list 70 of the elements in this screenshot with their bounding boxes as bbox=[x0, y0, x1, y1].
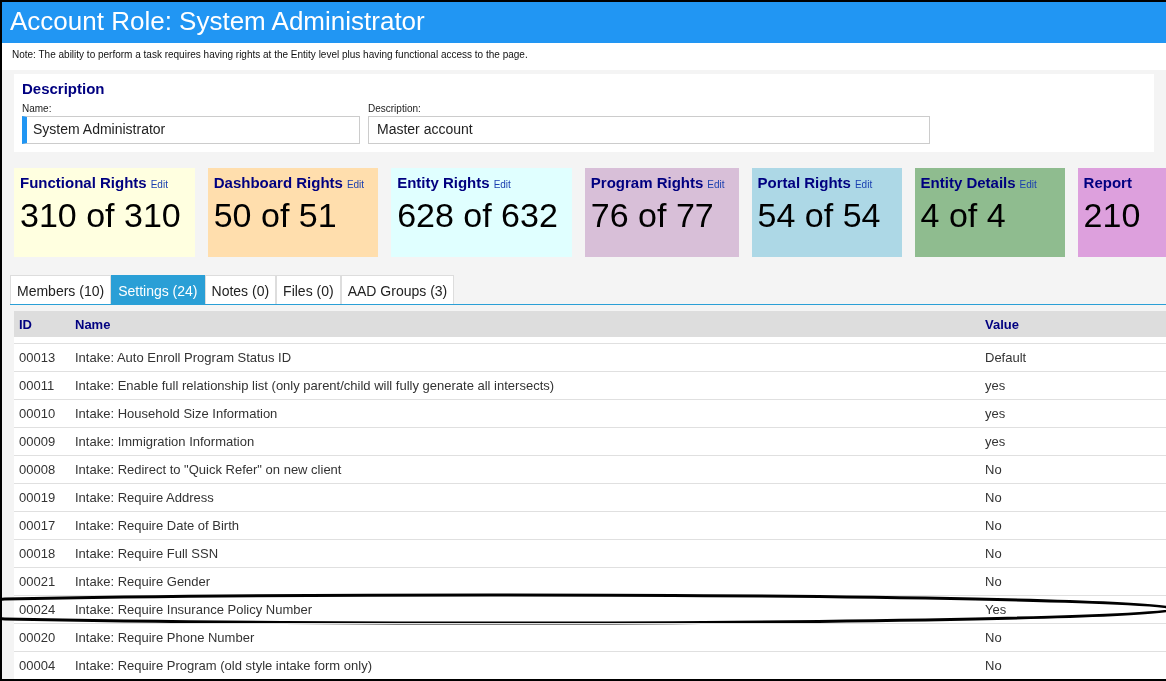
card-count: 76 of 77 bbox=[590, 196, 714, 236]
table-cell-text: Intake: Require Date of Birth bbox=[74, 518, 241, 533]
table-cell-text: Intake: Require Program (old style intake form only) bbox=[74, 658, 373, 673]
card-count: 310 of 310 bbox=[20, 196, 181, 236]
table-cell-text: 00021 bbox=[18, 574, 57, 589]
table-cell-text: yes bbox=[984, 378, 1007, 393]
table-cell-text: Intake: Require Phone Number bbox=[74, 630, 256, 645]
card-count: 50 of 51 bbox=[213, 196, 337, 236]
table-cell-text: Intake: Immigration Information bbox=[74, 434, 256, 449]
table-cell-text: 00010 bbox=[18, 406, 57, 421]
table-cell-text: yes bbox=[984, 434, 1007, 449]
table-cell-text: yes bbox=[984, 406, 1007, 421]
tab[interactable]: Notes (0) bbox=[204, 275, 277, 304]
edit-link[interactable]: Edit bbox=[854, 179, 873, 191]
column-header: Name bbox=[74, 316, 112, 332]
edit-link[interactable]: Edit bbox=[707, 179, 725, 191]
table-cell-text: 00019 bbox=[18, 490, 57, 505]
table-cell-text: 00009 bbox=[18, 434, 57, 449]
card-title: Dashboard Rights bbox=[213, 174, 343, 192]
table-cell-text: 00008 bbox=[18, 462, 57, 477]
card-count: 628 of 632 bbox=[397, 196, 558, 236]
card-title: Entity Details bbox=[920, 174, 1016, 192]
column-header: Value bbox=[984, 316, 1020, 332]
table-cell-text: 00017 bbox=[18, 518, 57, 533]
table-cell-text: 00024 bbox=[18, 602, 57, 617]
edit-link[interactable]: Edit bbox=[346, 179, 365, 191]
section-heading: Description bbox=[22, 80, 105, 98]
table-cell-text: No bbox=[984, 462, 1003, 477]
table-cell-text: No bbox=[984, 518, 1003, 533]
table-cell-text: No bbox=[984, 546, 1003, 561]
card-title: Entity Rights bbox=[397, 174, 490, 192]
column-header: ID bbox=[18, 316, 33, 332]
field-label: Description: bbox=[368, 103, 421, 115]
tab[interactable]: AAD Groups (3) bbox=[340, 275, 455, 304]
card-count: 54 of 54 bbox=[757, 196, 881, 236]
card-title: Portal Rights bbox=[757, 174, 851, 192]
table-cell-text: 00004 bbox=[18, 658, 57, 673]
table-cell-text: Yes bbox=[984, 602, 1008, 617]
table-cell-text: 00011 bbox=[18, 378, 56, 393]
table-cell-text: No bbox=[984, 574, 1003, 589]
table-cell-text: Intake: Enable full relationship list (only parent/child will fully generate all intersects) bbox=[74, 378, 556, 393]
table-cell-text: No bbox=[984, 630, 1003, 645]
table-cell-text: Intake: Require Full SSN bbox=[74, 546, 220, 561]
text-field[interactable]: System Administrator bbox=[22, 116, 360, 145]
edit-link[interactable]: Edit bbox=[1019, 179, 1037, 191]
tab[interactable]: Members (10) bbox=[10, 275, 112, 304]
window-title: Account Role: System Administrator bbox=[10, 6, 425, 36]
table-cell-text: Intake: Household Size Information bbox=[74, 406, 279, 421]
card-count: 210 bbox=[1083, 196, 1141, 236]
edit-link[interactable]: Edit bbox=[150, 179, 168, 191]
table-cell-text: Intake: Require Gender bbox=[74, 574, 212, 589]
note-text: Note: The ability to perform a task requires having rights at the Entity level plus having functional access to the page. bbox=[12, 49, 528, 61]
field-label: Name: bbox=[22, 103, 52, 115]
tab[interactable]: Files (0) bbox=[276, 275, 341, 304]
card-title: Report bbox=[1083, 174, 1132, 192]
table-cell-text: 00018 bbox=[18, 546, 57, 561]
table-cell-text: Intake: Redirect to "Quick Refer" on new client bbox=[74, 462, 343, 477]
table-cell-text: No bbox=[984, 658, 1003, 673]
table-cell-text: 00020 bbox=[18, 630, 57, 645]
text-field[interactable]: Master account bbox=[368, 116, 930, 145]
table-cell-text: 00013 bbox=[18, 350, 57, 365]
table-cell-text: No bbox=[984, 490, 1003, 505]
table-cell-text: Default bbox=[984, 350, 1028, 365]
card-title: Program Rights bbox=[590, 174, 704, 192]
table-cell-text: Intake: Require Address bbox=[74, 490, 215, 505]
card-title: Functional Rights bbox=[20, 174, 147, 192]
table-cell-text: Intake: Require Insurance Policy Number bbox=[74, 602, 313, 617]
card-count: 4 of 4 bbox=[920, 196, 1006, 236]
edit-link[interactable]: Edit bbox=[493, 179, 511, 191]
table-cell-text: Intake: Auto Enroll Program Status ID bbox=[74, 350, 293, 365]
